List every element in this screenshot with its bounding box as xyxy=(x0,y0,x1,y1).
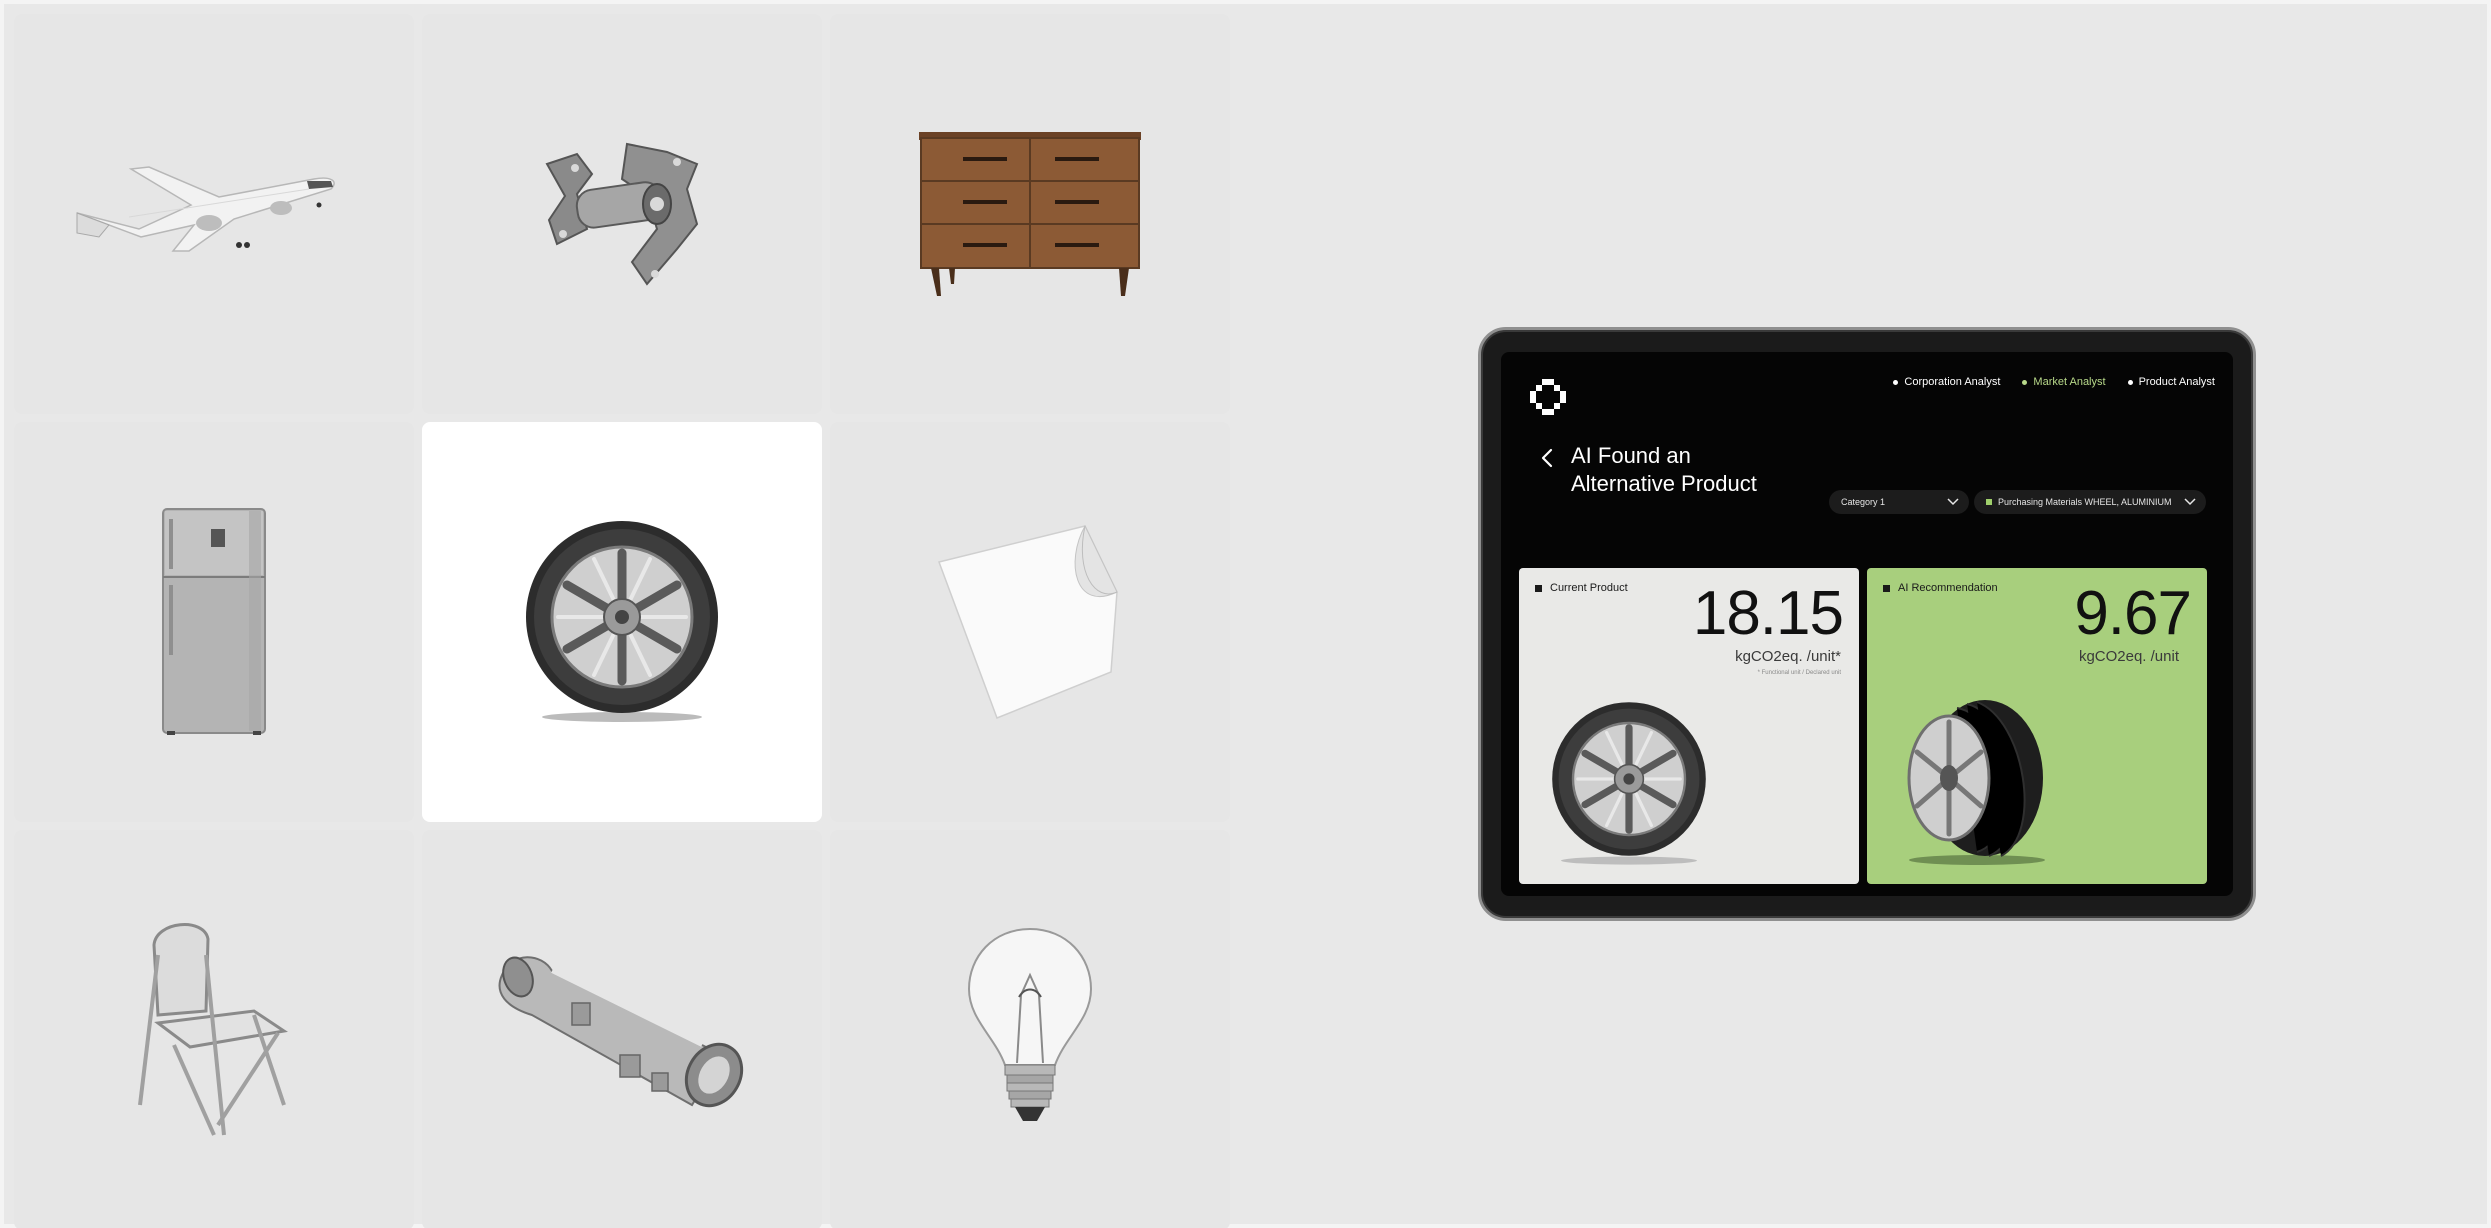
tile-folding-chair[interactable] xyxy=(14,830,414,1228)
page-title: AI Found an Alternative Product xyxy=(1571,442,1757,498)
current-wheel-icon xyxy=(1552,702,1706,865)
wheel-icon xyxy=(526,521,718,722)
tile-airplane[interactable] xyxy=(14,14,414,414)
chevron-down-icon xyxy=(2184,498,2196,506)
ai-emission-value: 9.67 xyxy=(2074,579,2192,648)
title-line-1: AI Found an xyxy=(1571,443,1691,468)
product-grid xyxy=(14,14,1230,1228)
folding-chair-icon xyxy=(138,923,288,1136)
nav-corporation-analyst[interactable]: Corporation Analyst xyxy=(1893,376,2000,388)
tile-paper-sheet[interactable] xyxy=(830,422,1230,822)
title-line-2: Alternative Product xyxy=(1571,471,1757,496)
tile-wheel[interactable] xyxy=(422,422,822,822)
nav-dot xyxy=(2022,379,2028,385)
nav-label: Product Analyst xyxy=(2138,376,2215,388)
nav-dot xyxy=(1893,379,1899,385)
nav-dot xyxy=(2127,379,2133,385)
current-emission-value: 18.15 xyxy=(1692,579,1844,648)
current-product-card[interactable]: Current Product 18.15 kgCO2eq. /unit* * … xyxy=(1519,568,1859,884)
current-emission-unit: kgCO2eq. /unit* xyxy=(1735,648,1841,665)
nav-label: Corporation Analyst xyxy=(1904,376,2001,388)
category-select[interactable]: Category 1 xyxy=(1829,490,1969,514)
category-select-value: Category 1 xyxy=(1841,497,1886,507)
material-select-value: Purchasing Materials WHEEL, ALUMINIUM xyxy=(1998,497,2172,507)
tablet-device: Corporation Analyst Market Analyst Produ… xyxy=(1478,327,2256,921)
current-product-label: Current Product xyxy=(1550,582,1628,594)
paper-sheet-icon xyxy=(938,524,1118,719)
tile-refrigerator[interactable] xyxy=(14,422,414,822)
material-indicator xyxy=(1986,499,1992,505)
tile-dresser[interactable] xyxy=(830,14,1230,414)
chevron-down-icon xyxy=(1947,498,1959,506)
ai-emission-unit: kgCO2eq. /unit xyxy=(2078,648,2179,665)
card-tag: AI Recommendation xyxy=(1883,582,1998,594)
machine-part-icon xyxy=(545,142,699,286)
tile-metal-pipe-part[interactable] xyxy=(422,830,822,1228)
tile-light-bulb[interactable] xyxy=(830,830,1230,1228)
nav-product-analyst[interactable]: Product Analyst xyxy=(2127,376,2215,388)
analyst-nav: Corporation Analyst Market Analyst Produ… xyxy=(1893,376,2215,388)
tile-machine-part[interactable] xyxy=(422,14,822,414)
ai-recommendation-label: AI Recommendation xyxy=(1898,582,1998,594)
airplane-icon xyxy=(76,166,335,252)
unit-footnote: * Functional unit / Declared unit xyxy=(1757,670,1841,676)
brand-logo-icon xyxy=(1530,379,1566,415)
card-tag: Current Product xyxy=(1535,582,1628,594)
light-bulb-icon xyxy=(967,927,1093,1121)
metal-pipe-part-icon xyxy=(498,956,744,1108)
nav-label: Market Analyst xyxy=(2033,376,2106,388)
tag-square xyxy=(1883,584,1890,592)
tablet-screen: Corporation Analyst Market Analyst Produ… xyxy=(1501,352,2233,896)
material-select[interactable]: Purchasing Materials WHEEL, ALUMINIUM xyxy=(1974,490,2206,514)
tag-square xyxy=(1535,584,1542,592)
dresser-icon xyxy=(919,132,1141,296)
nav-market-analyst[interactable]: Market Analyst xyxy=(2022,376,2106,388)
refrigerator-icon xyxy=(162,508,266,735)
ai-recommendation-card[interactable]: AI Recommendation 9.67 kgCO2eq. /unit xyxy=(1867,568,2207,884)
back-chevron-icon[interactable] xyxy=(1539,448,1555,468)
recommended-wheel-icon xyxy=(1907,700,2045,865)
